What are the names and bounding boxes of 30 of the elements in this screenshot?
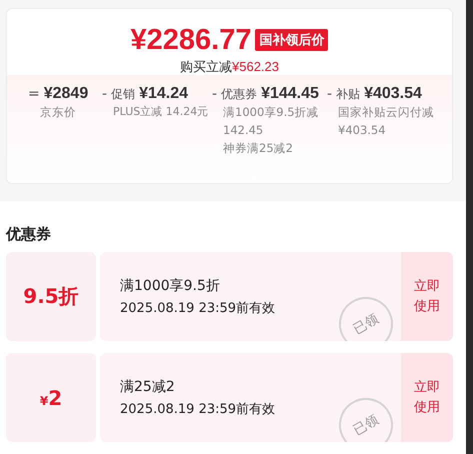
coupon-value: 9.5折	[23, 283, 79, 310]
price-label: 补贴	[336, 86, 360, 103]
section-title: 优惠券	[6, 224, 52, 245]
coupon-value: ¥2	[40, 386, 62, 410]
coupon-expiry: 2025.08.19 23:59前有效	[120, 300, 276, 318]
operator-sign: -	[102, 86, 108, 102]
price-label: 优惠券	[221, 86, 258, 103]
operator-sign: -	[212, 86, 218, 102]
operator-sign: =	[28, 86, 40, 102]
coupon-title: 满25减2	[120, 378, 176, 397]
price-amount: ¥144.45	[261, 85, 319, 103]
scrollbar[interactable]	[466, 0, 473, 454]
saving-label: 购买立减	[180, 60, 232, 75]
final-price: ¥2286.77	[130, 23, 252, 57]
price-amount: ¥403.54	[364, 85, 422, 103]
operator-sign: -	[327, 86, 332, 102]
price-amount: ¥14.24	[139, 85, 188, 103]
saving-amount: ¥562.23	[232, 59, 279, 74]
coupon-title: 满1000享9.5折	[120, 277, 221, 296]
price-note: 国家补贴云闪付减¥403.54	[337, 104, 435, 139]
use-now-button[interactable]: 立即使用	[401, 252, 453, 341]
price-badge: 国补领后价	[255, 29, 328, 51]
coupon-expiry: 2025.08.19 23:59前有效	[120, 401, 276, 419]
price-label: 促销	[111, 86, 136, 103]
use-now-button[interactable]: 立即使用	[401, 353, 453, 442]
price-note: 京东价	[39, 104, 77, 121]
price-amount: ¥2849	[44, 85, 88, 103]
price-note: PLUS立减 14.24元	[112, 104, 210, 120]
price-note: 满1000享9.5折减142.45	[222, 104, 320, 139]
price-note: 神券满25减2	[222, 140, 294, 157]
